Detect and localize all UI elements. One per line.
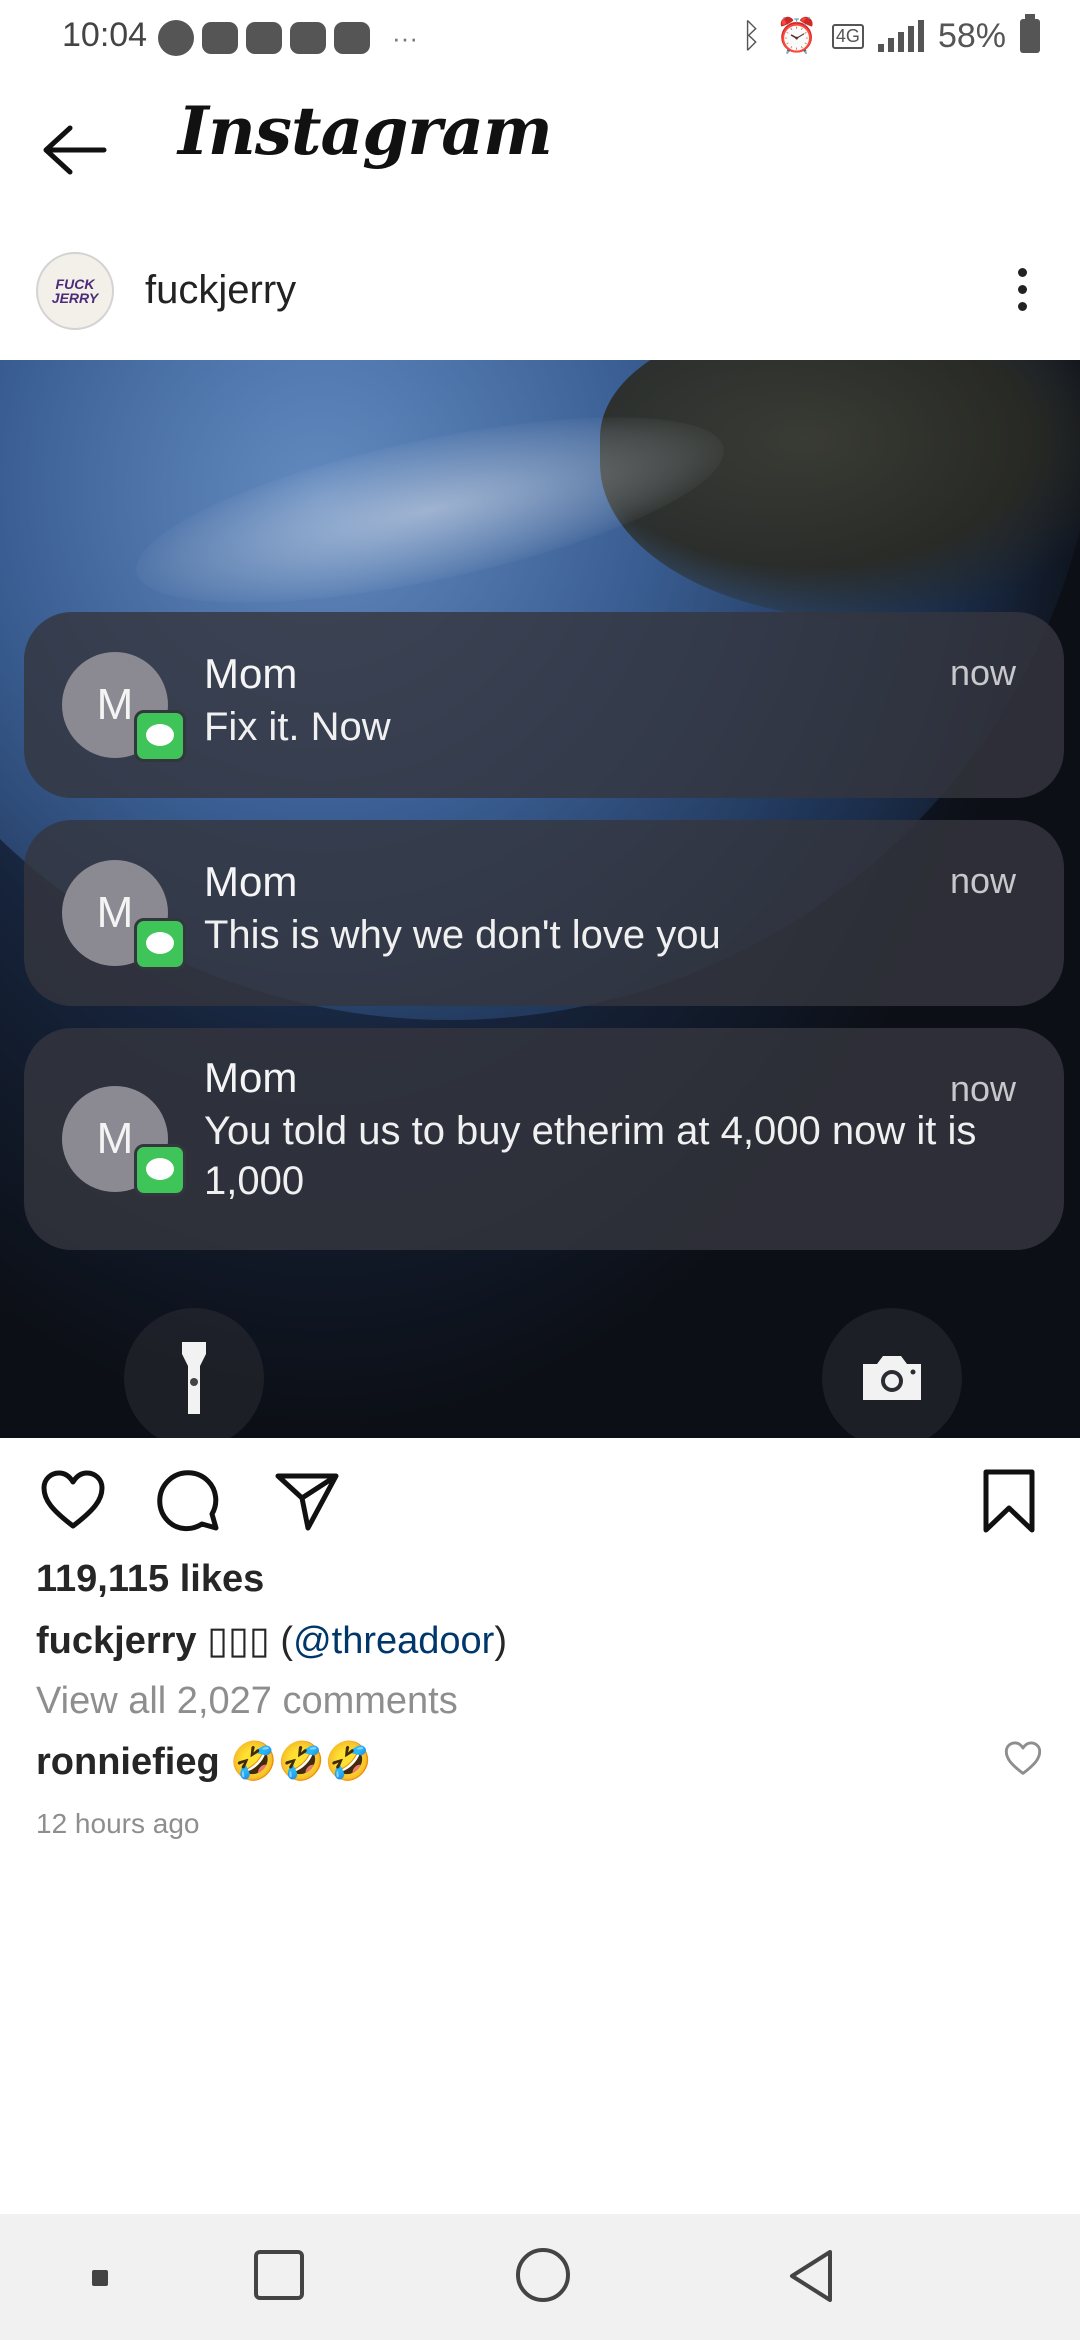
caption-paren-open: ( (269, 1620, 294, 1662)
youtube-icon (290, 22, 326, 54)
post-username[interactable]: fuckjerry (145, 268, 296, 313)
home-icon[interactable] (516, 2248, 570, 2302)
notification-time: now (949, 1068, 1016, 1109)
comment: ronniefieg 🤣🤣🤣 (36, 1740, 372, 1784)
notification-card: M Mom now Fix it. Now (24, 612, 1064, 798)
bookmark-icon[interactable] (976, 1468, 1042, 1534)
post-image[interactable]: M Mom now Fix it. Now M Mom now This is … (0, 360, 1080, 1438)
more-vertical-icon[interactable] (1008, 268, 1036, 318)
network-type: 4G (831, 23, 864, 49)
notification-card: M Mom now This is why we don't love you (24, 820, 1064, 1006)
flashlight-icon (124, 1308, 264, 1438)
youtube-icon (246, 22, 282, 54)
nav-back-icon[interactable] (786, 2248, 836, 2304)
comment-username[interactable]: ronniefieg (36, 1741, 220, 1783)
notification-message: This is why we don't love you (204, 913, 721, 957)
bluetooth-icon: ᛒ (741, 16, 762, 55)
more-notifications-icon: ··· (392, 22, 418, 53)
view-all-comments-link[interactable]: View all 2,027 comments (36, 1680, 458, 1723)
messages-icon (134, 710, 186, 762)
notification-message: You told us to buy etherim at 4,000 now … (204, 1109, 977, 1203)
heart-icon[interactable] (40, 1468, 106, 1534)
back-arrow-icon[interactable] (40, 120, 110, 180)
caption-mention[interactable]: @threadoor (293, 1620, 494, 1662)
post-timestamp: 12 hours ago (36, 1808, 200, 1839)
nav-menu-icon[interactable] (92, 2270, 108, 2286)
status-time: 10:04 (62, 16, 148, 54)
likes-count[interactable]: 119,115 likes (36, 1558, 264, 1601)
battery-icon (1020, 14, 1040, 53)
notification-time: now (949, 860, 1016, 901)
notification-message: Fix it. Now (204, 705, 391, 749)
post-caption: fuckjerry ▯▯▯ (@threadoor) (36, 1618, 507, 1663)
notification-sender: Mom (204, 650, 298, 697)
youtube-icon (334, 22, 370, 54)
caption-paren-close: ) (494, 1620, 507, 1662)
status-bar: 10:04 ··· ᛒ ⏰ 4G 58% (0, 0, 1080, 80)
comment-icon[interactable] (156, 1468, 222, 1534)
messages-icon (134, 918, 186, 970)
notification-card: M Mom now You told us to buy etherim at … (24, 1028, 1064, 1250)
notification-sender: Mom (204, 858, 298, 905)
messages-icon (134, 1144, 186, 1196)
battery-percent: 58% (937, 16, 1006, 55)
status-right: ᛒ ⏰ 4G 58% (741, 14, 1040, 56)
app-title: Instagram (178, 92, 553, 170)
comment-heart-icon[interactable] (1004, 1740, 1042, 1778)
recent-apps-icon[interactable] (254, 2250, 304, 2300)
app-notification-icon (202, 22, 238, 54)
avatar[interactable]: FUCK JERRY (36, 252, 114, 330)
camera-icon (822, 1308, 962, 1438)
app-notification-icon (158, 20, 194, 56)
notification-sender: Mom (204, 1054, 298, 1101)
alarm-icon: ⏰ (775, 17, 818, 55)
notification-time: now (949, 652, 1016, 693)
comment-text: 🤣🤣🤣 (230, 1741, 373, 1783)
notification-icons: ··· (158, 20, 418, 56)
avatar-text: FUCK JERRY (51, 276, 99, 306)
signal-icon (877, 20, 924, 52)
caption-emoji: ▯▯▯ (207, 1620, 270, 1662)
send-icon[interactable] (274, 1468, 340, 1534)
caption-username[interactable]: fuckjerry (36, 1620, 197, 1662)
